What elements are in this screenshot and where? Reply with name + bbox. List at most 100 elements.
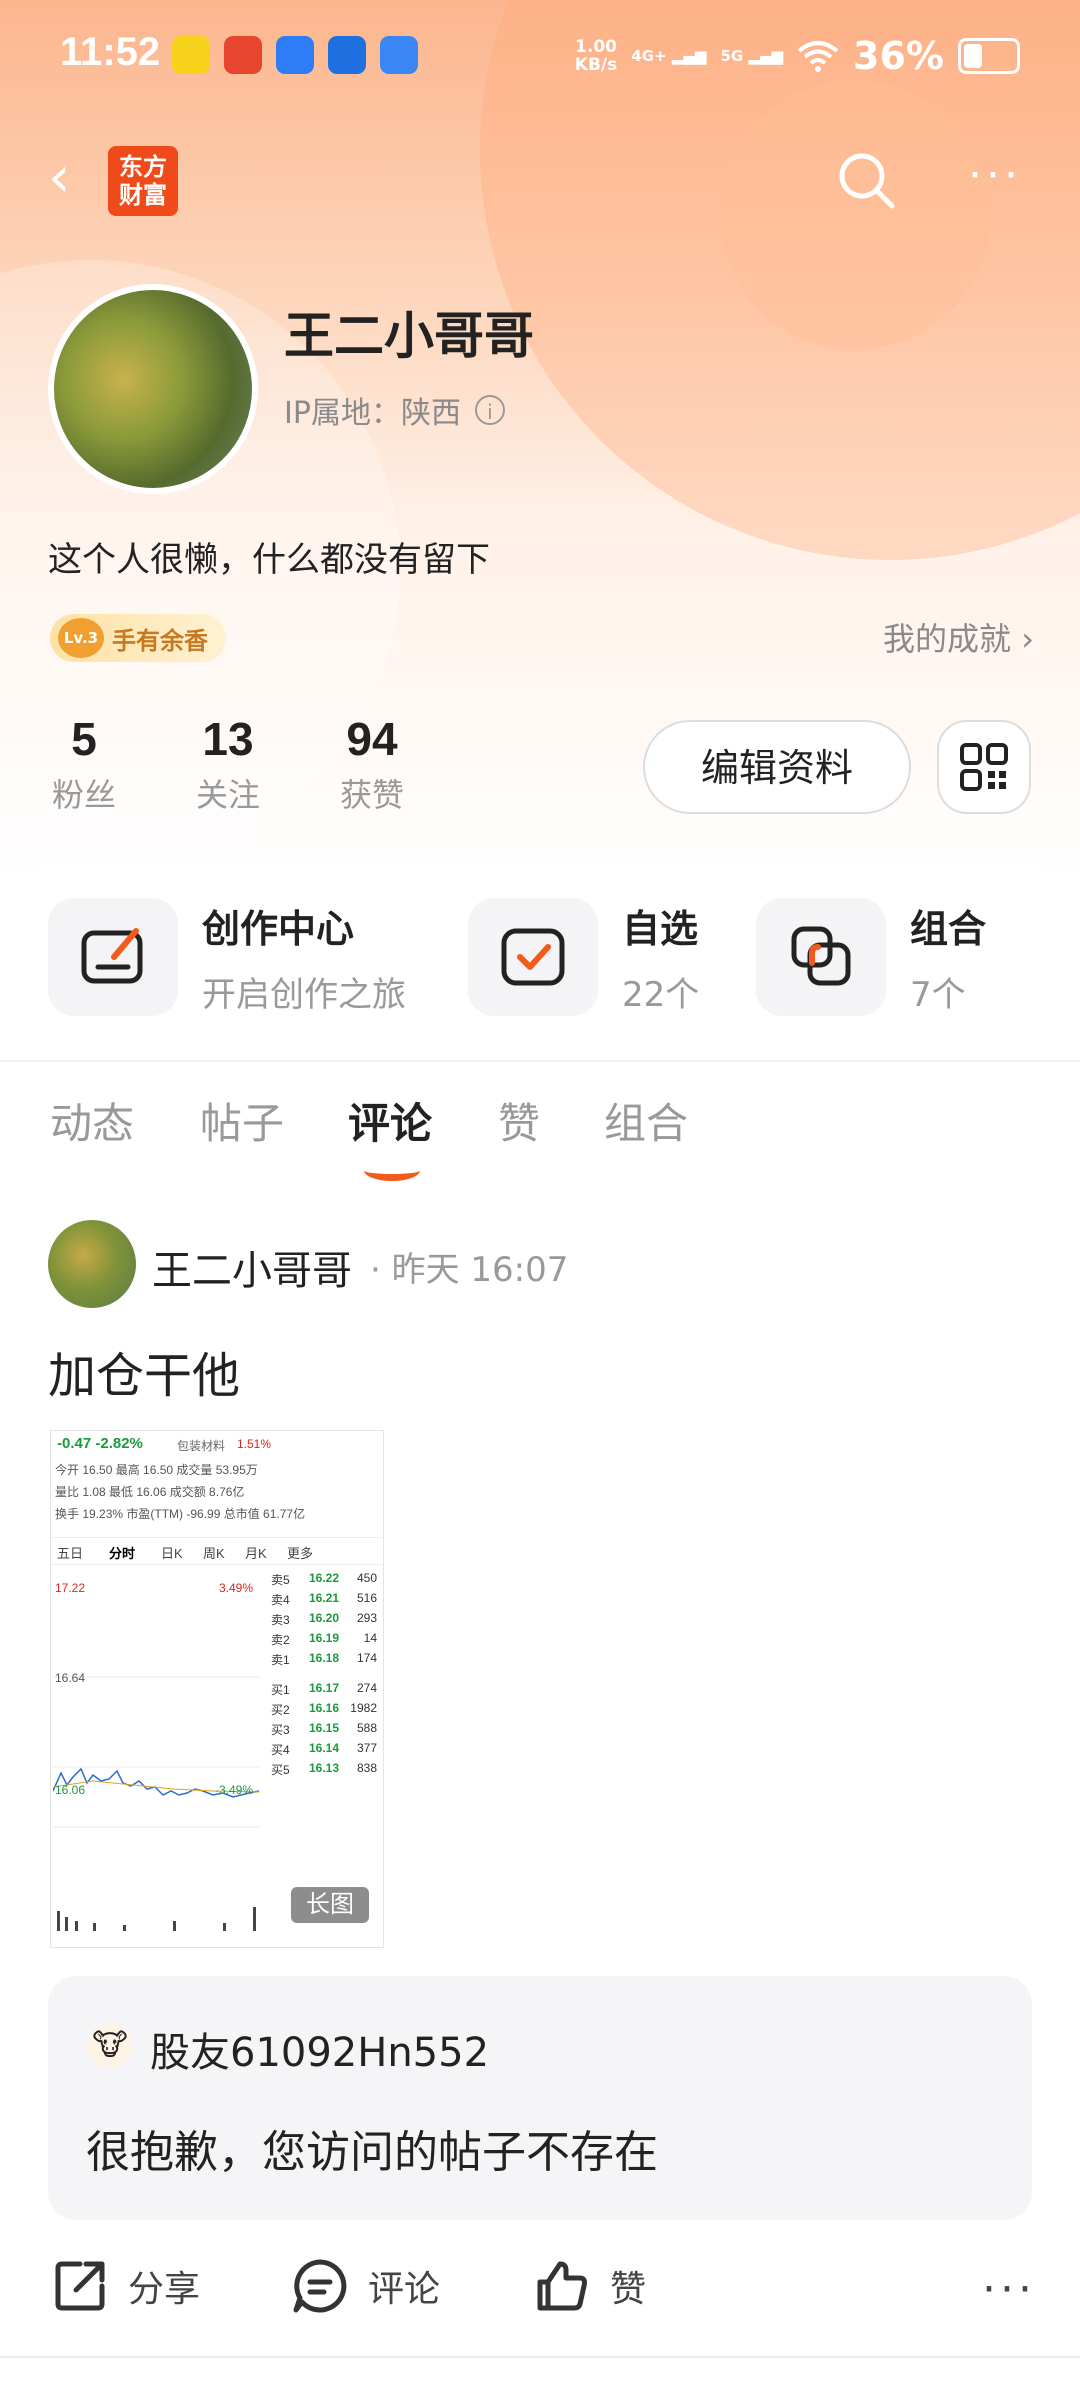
stock-sector-change: 1.51% <box>237 1437 272 1451</box>
creator-center-button[interactable]: 创作中心 开启创作之旅 <box>48 898 406 1016</box>
avatar: 🐮 <box>88 2024 132 2068</box>
divider <box>0 2356 1080 2358</box>
stat-following[interactable]: 13 关注 <box>148 712 308 816</box>
tab-portfolio[interactable]: 组合 <box>604 1090 688 1151</box>
network-speed: 1.00 KB/s <box>575 38 617 74</box>
like-label: 赞 <box>610 2269 647 2310</box>
book-volume: 588 <box>356 1721 377 1735</box>
signal-5g-icon: 5G ▂▄▆ <box>720 47 784 65</box>
active-tab-indicator <box>364 1160 420 1181</box>
chevron-right-icon: › <box>1021 620 1034 658</box>
level-icon: Lv.3 <box>58 618 104 658</box>
quick-action-title: 组合 <box>910 907 987 951</box>
qr-code-icon <box>960 743 1008 791</box>
logo-text-bottom: 财富 <box>119 181 167 209</box>
stat-value: 5 <box>71 713 97 765</box>
book-volume: 838 <box>356 1761 377 1775</box>
book-price: 16.17 <box>309 1681 340 1695</box>
quick-action-title: 自选 <box>622 907 699 951</box>
logo-text-top: 东方 <box>119 153 167 181</box>
level-badge[interactable]: Lv.3 手有余香 <box>50 614 226 662</box>
wifi-icon <box>797 41 839 72</box>
order-book-row: 买4 16.14 377 <box>271 1741 381 1759</box>
profile-bio: 这个人很懒，什么都没有留下 <box>48 540 490 580</box>
share-label: 分享 <box>128 2269 201 2310</box>
achievements-link[interactable]: 我的成就 › <box>883 614 1034 660</box>
app-notification-icon <box>276 36 314 74</box>
divider <box>0 1060 1080 1062</box>
book-key: 买4 <box>271 1743 290 1757</box>
profile-username: 王二小哥哥 <box>284 307 534 365</box>
app-notification-icon <box>380 36 418 74</box>
kline-tab: 月K <box>245 1546 267 1561</box>
quick-action-subtitle: 开启创作之旅 <box>202 975 406 1015</box>
like-button[interactable]: 赞 <box>534 2258 646 2314</box>
kline-tab: 周K <box>203 1546 225 1561</box>
avatar[interactable] <box>48 1220 136 1308</box>
back-chevron-left-icon[interactable]: ‹ <box>48 150 70 206</box>
stat-value: 94 <box>346 713 398 765</box>
kline-tab: 分时 <box>109 1546 136 1561</box>
book-key: 卖3 <box>271 1613 290 1627</box>
stat-label: 关注 <box>195 776 260 814</box>
book-price: 16.22 <box>309 1571 340 1585</box>
book-volume: 174 <box>356 1651 377 1665</box>
app-notification-icon <box>224 36 262 74</box>
post-image-stock-screenshot[interactable]: -0.47 -2.82% 包装材料 1.51% 今开 16.50 最高 16.5… <box>50 1430 384 1948</box>
app-logo: 东方 财富 <box>108 146 178 216</box>
book-price: 16.20 <box>309 1611 340 1625</box>
comment-icon <box>293 2259 347 2313</box>
post-author[interactable]: 王二小哥哥 <box>152 1238 352 1296</box>
ip-location-label: IP属地：陕西 <box>284 396 461 431</box>
stat-fans[interactable]: 5 粉丝 <box>4 712 164 816</box>
book-key: 买1 <box>271 1683 290 1697</box>
post-time: · 昨天 16:07 <box>370 1250 569 1290</box>
tab-dynamics[interactable]: 动态 <box>50 1090 134 1151</box>
stat-label: 获赞 <box>339 776 404 814</box>
book-price: 16.19 <box>309 1631 340 1645</box>
checkbox-icon <box>468 898 598 1016</box>
book-price: 16.13 <box>309 1761 340 1775</box>
avatar[interactable] <box>48 284 258 494</box>
share-button[interactable]: 分享 <box>52 2258 200 2314</box>
more-dots-icon[interactable]: ··· <box>968 150 1022 201</box>
kline-tab: 五日 <box>57 1546 84 1561</box>
book-volume: 14 <box>363 1631 377 1645</box>
book-volume: 377 <box>356 1741 377 1755</box>
quick-action-subtitle: 22个 <box>622 975 700 1015</box>
search-icon[interactable] <box>834 148 900 218</box>
book-key: 买5 <box>271 1763 290 1777</box>
quoted-post[interactable]: 🐮 股友61092Hn552 很抱歉，您访问的帖子不存在 <box>48 1976 1032 2220</box>
book-volume: 293 <box>356 1611 377 1625</box>
comment-button[interactable]: 评论 <box>292 2258 440 2314</box>
order-book-row: 买3 16.15 588 <box>271 1721 381 1739</box>
stock-info-row: 换手 19.23% 市盈(TTM) -96.99 总市值 61.77亿 <box>55 1507 306 1521</box>
portfolio-button[interactable]: 组合 7个 <box>756 898 986 1016</box>
post-text: 加仓干他 <box>48 1348 241 1404</box>
info-icon[interactable]: i <box>474 395 505 425</box>
price-mid: 16.64 <box>55 1671 86 1685</box>
quoted-user: 股友61092Hn552 <box>150 2030 490 2076</box>
edit-profile-button[interactable]: 编辑资料 <box>643 720 911 814</box>
book-key: 卖4 <box>271 1593 290 1607</box>
ip-location: IP属地：陕西 i <box>284 388 505 432</box>
book-price: 16.18 <box>309 1651 340 1665</box>
tab-comments[interactable]: 评论 <box>348 1090 432 1151</box>
quick-actions: 创作中心 开启创作之旅 自选 22个 组合 7个 <box>0 898 1080 1028</box>
book-price: 16.21 <box>309 1591 340 1605</box>
signal-5g-label: 5G <box>720 47 744 65</box>
watchlist-button[interactable]: 自选 22个 <box>468 898 699 1016</box>
more-dots-icon[interactable]: ··· <box>982 2264 1036 2315</box>
qr-code-button[interactable] <box>937 720 1031 814</box>
app-notification-icon <box>328 36 366 74</box>
pct-low: -3.49% <box>215 1783 254 1797</box>
stock-change: -0.47 -2.82% <box>57 1435 143 1452</box>
signal-4g-label: 4G+ <box>631 47 667 65</box>
tab-posts[interactable]: 帖子 <box>200 1090 284 1151</box>
tab-likes[interactable]: 赞 <box>498 1090 540 1151</box>
quick-action-title: 创作中心 <box>202 907 355 951</box>
order-book-row: 卖1 16.18 174 <box>271 1651 381 1669</box>
long-image-tag: 长图 <box>291 1887 369 1923</box>
stat-likes[interactable]: 94 获赞 <box>292 712 452 816</box>
thumbs-up-icon <box>537 2261 587 2311</box>
